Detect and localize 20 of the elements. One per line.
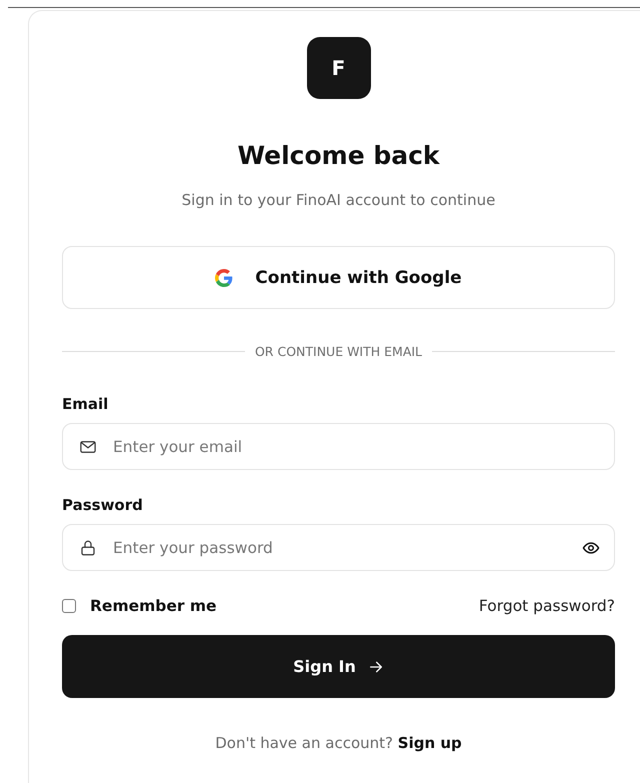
field-label: Password xyxy=(62,496,144,514)
google-button[interactable]: Continue with Google xyxy=(62,246,615,309)
password-input[interactable]: Enter your password xyxy=(111,538,568,558)
forgot-password-link[interactable]: Forgot password? xyxy=(478,597,615,615)
arrow-right-icon xyxy=(368,658,384,674)
sign-up-link[interactable]: Sign up xyxy=(398,734,462,752)
lock-icon xyxy=(79,538,97,556)
subtitle: Sign in to your FinoAI account to continue xyxy=(182,191,496,209)
remember-label: Remember me xyxy=(90,597,217,615)
title: Welcome back xyxy=(237,141,440,170)
email-field[interactable]: Enter your email xyxy=(62,423,615,470)
field-label: Email xyxy=(62,395,110,413)
password-field[interactable]: Enter your password xyxy=(62,524,615,571)
google-icon xyxy=(215,268,234,286)
signup-prompt: Don't have an account? Sign up xyxy=(215,734,462,752)
sign-in-button[interactable]: Sign In xyxy=(62,635,615,698)
email-input[interactable]: Enter your email xyxy=(111,436,600,456)
remember-checkbox[interactable] xyxy=(62,599,76,613)
divider-text: OR CONTINUE WITH EMAIL xyxy=(254,344,422,359)
logo: F xyxy=(306,37,370,99)
